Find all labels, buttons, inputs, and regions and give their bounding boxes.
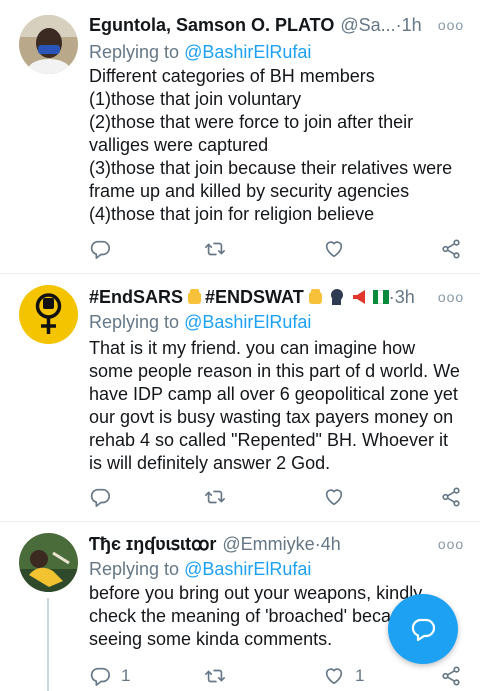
more-options-icon[interactable]: ooo bbox=[438, 532, 463, 556]
share-icon bbox=[442, 239, 460, 259]
raised-fist-emoji bbox=[185, 287, 205, 307]
replying-to-label: Replying to bbox=[89, 559, 185, 579]
retweet-icon bbox=[205, 490, 225, 504]
nigeria-flag-emoji bbox=[372, 290, 389, 304]
tweet-1[interactable]: Eguntola, Samson O. PLATO @Sa... · 1h oo… bbox=[0, 0, 480, 273]
display-name[interactable]: Eguntola, Samson O. PLATO bbox=[89, 15, 334, 36]
reply-button[interactable]: 1 bbox=[89, 664, 130, 688]
speaking-head-emoji bbox=[328, 287, 348, 307]
heart-icon bbox=[325, 489, 343, 506]
heart-icon bbox=[325, 241, 343, 258]
avatar[interactable] bbox=[19, 533, 78, 592]
replying-to: Replying to @BashirElRufai bbox=[89, 311, 311, 334]
megaphone-emoji bbox=[350, 287, 370, 307]
avatar[interactable] bbox=[19, 15, 78, 74]
tweet-header: #EndSARS #ENDSWAT · 3h bbox=[89, 285, 415, 309]
timestamp[interactable]: 3h bbox=[395, 287, 415, 308]
tweet-text: Different categories of BH members (1)th… bbox=[89, 66, 453, 224]
mention-link[interactable]: @BashirElRufai bbox=[184, 559, 311, 579]
tweet-2[interactable]: #EndSARS #ENDSWAT · 3h ooo Replying to @… bbox=[0, 274, 480, 521]
reply-button[interactable] bbox=[89, 237, 121, 261]
heart-icon bbox=[325, 668, 343, 685]
share-button[interactable] bbox=[440, 664, 462, 688]
display-name-part2[interactable]: #ENDSWAT bbox=[205, 287, 304, 308]
retweet-button[interactable] bbox=[204, 237, 236, 261]
compose-reply-button[interactable] bbox=[388, 594, 458, 664]
more-options-icon[interactable]: ooo bbox=[438, 285, 463, 309]
raised-fist-emoji bbox=[306, 287, 326, 307]
reply-icon bbox=[90, 240, 110, 259]
reply-button[interactable] bbox=[89, 485, 121, 509]
thread-line bbox=[47, 598, 49, 691]
retweet-button[interactable] bbox=[204, 664, 236, 688]
reply-count: 1 bbox=[121, 666, 131, 685]
tweet-text: before you bring out your weapons, kindl… bbox=[89, 583, 423, 649]
like-button[interactable] bbox=[323, 485, 355, 509]
retweet-icon bbox=[205, 669, 225, 683]
avatar[interactable] bbox=[19, 285, 78, 344]
like-button[interactable]: 1 bbox=[323, 664, 364, 688]
more-options-icon[interactable]: ooo bbox=[438, 13, 463, 37]
share-icon bbox=[442, 666, 460, 686]
feminist-fist-icon bbox=[19, 285, 78, 344]
display-name[interactable]: Ƭђє ɪŋʠʋɩꜱɩtꝏr bbox=[89, 534, 216, 555]
like-count: 1 bbox=[355, 666, 365, 685]
replying-to-label: Replying to bbox=[89, 312, 185, 332]
retweet-icon bbox=[205, 242, 225, 256]
timestamp[interactable]: 1h bbox=[402, 15, 422, 36]
replying-to-label: Replying to bbox=[89, 42, 185, 62]
replying-to: Replying to @BashirElRufai bbox=[89, 558, 311, 581]
compose-reply-icon bbox=[411, 618, 436, 642]
like-button[interactable] bbox=[323, 237, 355, 261]
mention-link[interactable]: @BashirElRufai bbox=[184, 42, 311, 62]
share-button[interactable] bbox=[440, 485, 462, 509]
tweet-text: That is it my friend. you can imagine ho… bbox=[89, 338, 460, 473]
share-icon bbox=[442, 487, 460, 507]
replying-to: Replying to @BashirElRufai bbox=[89, 41, 311, 64]
retweet-button[interactable] bbox=[204, 485, 236, 509]
timestamp[interactable]: 4h bbox=[321, 534, 341, 555]
user-handle[interactable]: @Emmiyke bbox=[222, 534, 314, 555]
share-button[interactable] bbox=[440, 237, 462, 261]
tweet-header: Eguntola, Samson O. PLATO @Sa... · 1h bbox=[89, 13, 422, 37]
tweet-header: Ƭђє ɪŋʠʋɩꜱɩtꝏr @Emmiyke · 4h bbox=[89, 532, 341, 556]
reply-icon bbox=[90, 667, 110, 686]
display-name-part1[interactable]: #EndSARS bbox=[89, 287, 183, 308]
mention-link[interactable]: @BashirElRufai bbox=[184, 312, 311, 332]
user-handle[interactable]: @Sa... bbox=[340, 15, 395, 36]
reply-icon bbox=[90, 488, 110, 507]
